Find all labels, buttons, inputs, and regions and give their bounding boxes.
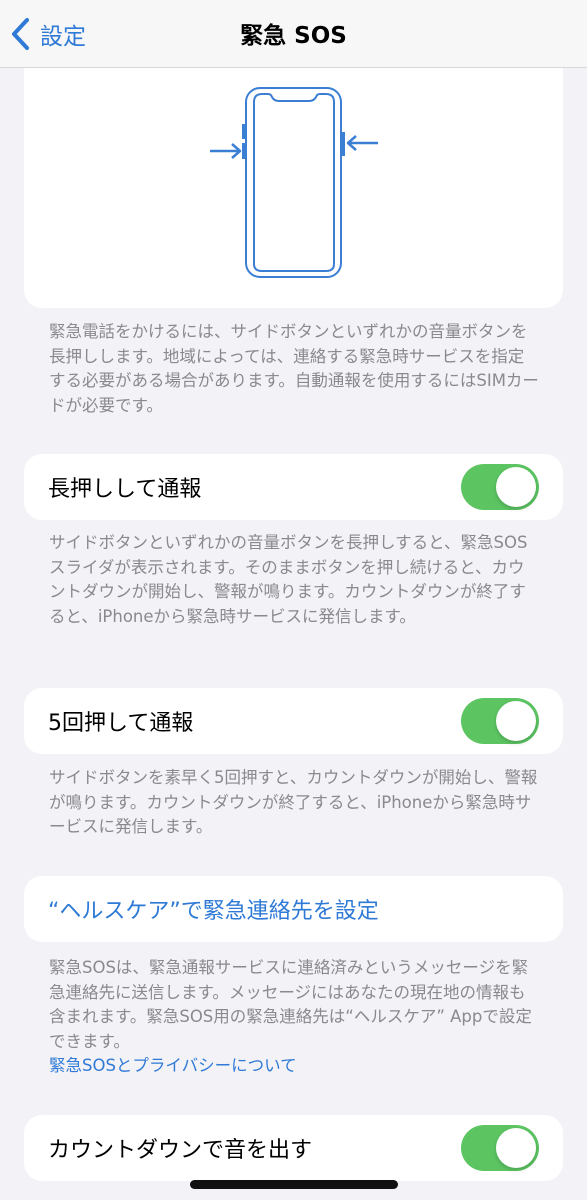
countdown-sound-row: カウントダウンで音を出す bbox=[24, 1115, 563, 1181]
hold-to-call-toggle[interactable] bbox=[461, 464, 539, 510]
health-footer: 緊急SOSは、緊急通報サービスに連絡済みというメッセージを緊急連絡先に送信します… bbox=[49, 956, 539, 1079]
health-footer-text: 緊急SOSは、緊急通報サービスに連絡済みというメッセージを緊急連絡先に送信します… bbox=[49, 958, 532, 1051]
privacy-link[interactable]: 緊急SOSとプライバシーについて bbox=[49, 1054, 539, 1079]
hold-to-call-footer: サイドボタンといずれかの音量ボタンを長押しすると、緊急SOSスライダが表示されま… bbox=[49, 533, 528, 626]
navigation-bar: 設定 緊急 SOS bbox=[0, 0, 587, 68]
toggle-knob bbox=[496, 1128, 536, 1168]
countdown-sound-label: カウントダウンで音を出す bbox=[48, 1138, 313, 1163]
intro-footer: 緊急電話をかけるには、サイドボタンといずれかの音量ボタンを長押しします。地域によ… bbox=[49, 322, 539, 415]
page-title: 緊急 SOS bbox=[240, 23, 347, 49]
arrow-left-icon bbox=[346, 135, 378, 151]
arrow-right-icon bbox=[210, 143, 242, 159]
five-presses-toggle[interactable] bbox=[461, 698, 539, 744]
five-presses-label: 5回押して通報 bbox=[48, 711, 194, 736]
five-presses-row: 5回押して通報 bbox=[24, 688, 563, 754]
health-contacts-row[interactable]: “ヘルスケア”で緊急連絡先を設定 bbox=[24, 876, 563, 942]
five-presses-footer: サイドボタンを素早く5回押すと、カウントダウンが開始し、警報が鳴ります。カウント… bbox=[49, 768, 538, 836]
iphone-side-buttons-illustration bbox=[210, 87, 378, 278]
hold-to-call-label: 長押しして通報 bbox=[48, 477, 202, 502]
toggle-knob bbox=[496, 701, 536, 741]
health-contacts-link[interactable]: “ヘルスケア”で緊急連絡先を設定 bbox=[48, 893, 379, 925]
home-indicator bbox=[190, 1180, 398, 1189]
toggle-knob bbox=[496, 467, 536, 507]
illustration-card bbox=[24, 40, 563, 308]
countdown-sound-toggle[interactable] bbox=[461, 1125, 539, 1171]
hold-to-call-row: 長押しして通報 bbox=[24, 454, 563, 520]
